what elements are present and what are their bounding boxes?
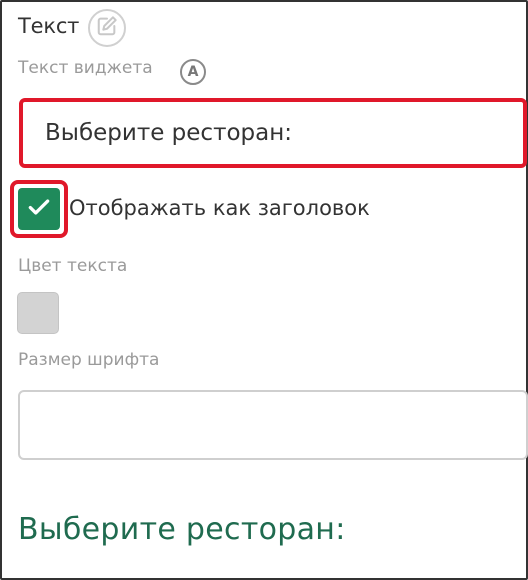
- checkmark-icon: [26, 194, 52, 224]
- text-color-swatch[interactable]: [17, 292, 59, 334]
- widget-text-input[interactable]: [19, 98, 527, 168]
- display-as-header-label[interactable]: Отображать как заголовок: [69, 196, 370, 220]
- edit-button[interactable]: [88, 9, 126, 47]
- font-size-input[interactable]: [18, 390, 528, 460]
- widget-settings-panel: Текст Текст виджета A Отображать как заг…: [0, 0, 528, 580]
- widget-text-label: Текст виджета: [18, 58, 153, 78]
- widget-preview-text: Выберите ресторан:: [18, 512, 346, 547]
- display-as-header-checkbox[interactable]: [18, 188, 60, 230]
- auto-text-badge[interactable]: A: [180, 59, 206, 85]
- pencil-square-icon: [96, 15, 118, 41]
- text-color-label: Цвет текста: [18, 256, 128, 276]
- font-size-label: Размер шрифта: [18, 350, 160, 370]
- section-title: Текст: [18, 14, 80, 38]
